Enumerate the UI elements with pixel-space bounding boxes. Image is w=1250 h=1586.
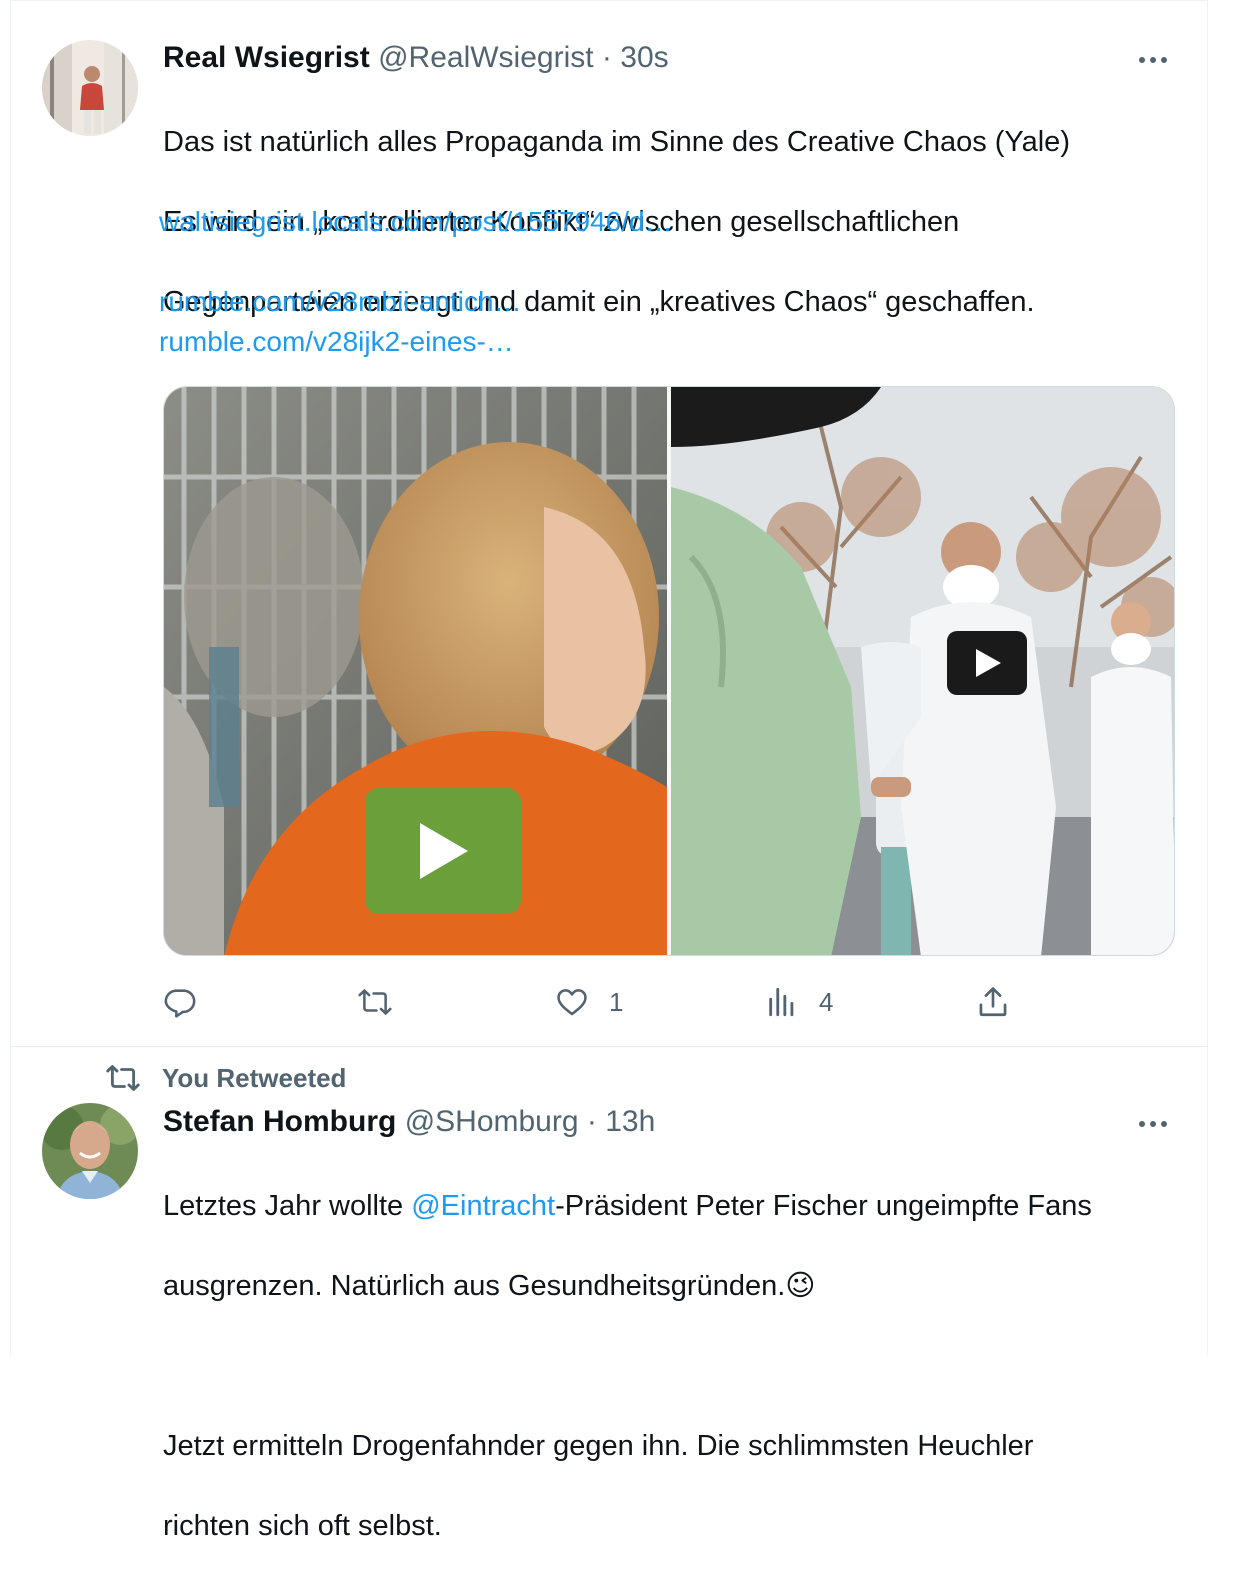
views-button[interactable]: 4 (765, 984, 833, 1020)
text-segment: ausgrenzen. Natürlich aus Gesundheitsgrü… (163, 1270, 786, 1302)
avatar-photo (42, 40, 138, 136)
more-icon[interactable] (1139, 50, 1175, 70)
retweet-button[interactable] (358, 984, 412, 1020)
display-name[interactable]: Stefan Homburg (163, 1105, 396, 1138)
mention-eintracht[interactable]: @Eintracht (411, 1190, 555, 1222)
link-rumble-2[interactable]: rumble.com/v28ijk2-eines-… (159, 322, 514, 362)
like-button[interactable]: 1 (555, 984, 623, 1020)
handle[interactable]: @RealWsiegrist (378, 41, 594, 74)
text-segment: -Präsident Peter Fischer ungeimpfte Fans (555, 1190, 1092, 1222)
separator: · (586, 1105, 597, 1138)
like-icon (557, 989, 587, 1016)
separator: · (601, 41, 612, 74)
winking-face-emoji: 😉 (785, 1270, 816, 1302)
timestamp[interactable]: 30s (620, 41, 668, 74)
retweet-icon (106, 1065, 140, 1091)
tweet-text-line: ausgrenzen. Natürlich aus Gesundheitsgrü… (163, 1266, 1163, 1306)
tweet-text-line: richten sich oft selbst. (163, 1510, 442, 1542)
handle[interactable]: @SHomburg (405, 1105, 579, 1138)
tweet-text: Letztes Jahr wollte @Eintracht-Präsident… (163, 1146, 1163, 1586)
share-button[interactable] (976, 984, 1010, 1020)
reply-button[interactable] (163, 984, 217, 1020)
more-icon[interactable] (1139, 1114, 1175, 1134)
video-thumbnail-right[interactable] (671, 387, 1174, 955)
tweet-text-line: Jetzt ermitteln Drogenfahnder gegen ihn.… (163, 1430, 1034, 1462)
avatar[interactable] (42, 40, 138, 136)
timestamp[interactable]: 13h (605, 1105, 655, 1138)
tweet-text-line: Letztes Jahr wollte @Eintracht-Präsident… (163, 1186, 1163, 1226)
link-rumble-1[interactable]: rumble.com/v28mbii-antich… (159, 282, 522, 322)
author-line: Real Wsiegrist @RealWsiegrist · 30s (163, 40, 669, 76)
avatar-photo (42, 1103, 138, 1199)
display-name[interactable]: Real Wsiegrist (163, 41, 370, 74)
reply-icon (164, 989, 196, 1018)
video-frame-right (671, 387, 1174, 955)
retweet-banner-label[interactable]: You Retweeted (162, 1063, 346, 1094)
avatar[interactable] (42, 1103, 138, 1199)
like-count: 1 (609, 986, 624, 1017)
media-grid (163, 386, 1175, 956)
video-thumbnail-left[interactable] (164, 387, 667, 955)
retweet-banner: You Retweeted (106, 1060, 346, 1096)
link-locals[interactable]: waltisiegrist.locals.com/post/1557946/d… (159, 202, 673, 242)
tweet-divider (10, 1046, 1208, 1047)
author-line: Stefan Homburg @SHomburg · 13h (163, 1104, 655, 1140)
video-frame-left (164, 387, 667, 955)
views-count: 4 (819, 986, 834, 1017)
text-segment: Letztes Jahr wollte (163, 1190, 412, 1222)
retweet-icon (358, 989, 392, 1015)
tweet-text-line: Das ist natürlich alles Propaganda im Si… (163, 126, 1070, 158)
views-icon (769, 987, 794, 1017)
share-icon (979, 987, 1007, 1017)
